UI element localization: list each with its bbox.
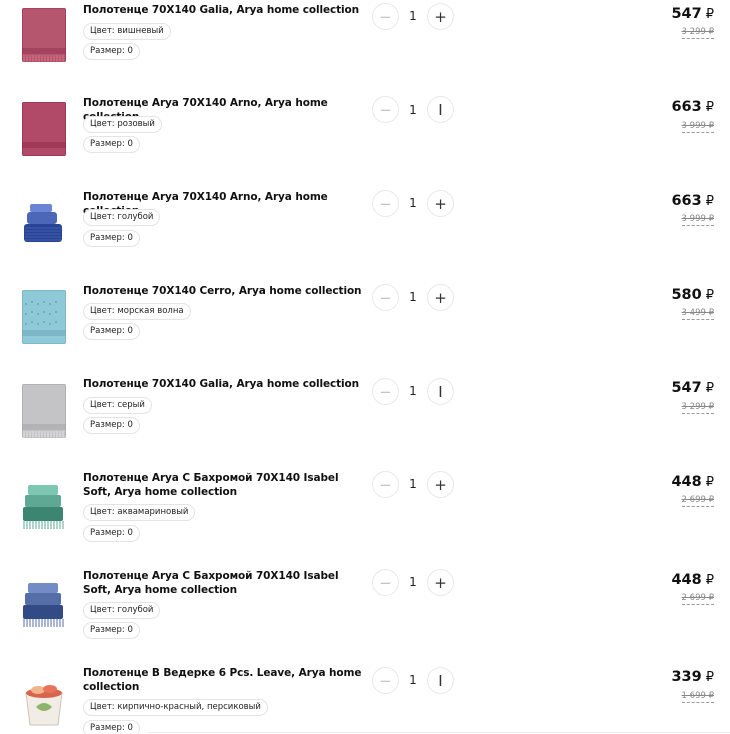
currency-icon: ₽ [705,100,714,115]
price-amount: 448 [671,572,702,588]
product-thumbnail[interactable] [22,290,66,344]
color-chip: Цвет: аквамариновый [83,504,196,521]
old-price: 2 699 ₽ [681,495,714,507]
cart-item: Полотенце 70X140 Cerro, Arya home collec… [0,282,730,372]
quantity-value: 1 [409,477,417,491]
old-price: 3 499 ₽ [681,308,714,320]
price-amount: 580 [671,287,702,303]
current-price: 580 ₽ [671,287,714,303]
quantity-value: 1 [409,9,417,23]
color-chip: Цвет: серый [83,397,152,414]
color-chip: Цвет: морская волна [83,303,191,320]
current-price: 448 ₽ [671,572,714,588]
cart-item: Полотенце Arya С Бахромой 70X140 Isabel … [0,470,730,560]
increase-quantity-button[interactable]: + [427,569,454,596]
increase-quantity-button[interactable]: + [427,284,454,311]
current-price: 663 ₽ [671,99,714,115]
decrease-quantity-button[interactable]: − [372,471,399,498]
product-title[interactable]: Полотенце 70X140 Cerro, Arya home collec… [83,284,368,298]
decrease-quantity-button[interactable]: − [372,667,399,694]
color-chip: Цвет: вишневый [83,23,171,40]
color-chip: Цвет: кирпично-красный, персиковый [83,699,268,716]
currency-icon: ₽ [705,573,714,588]
current-price: 547 ₽ [671,380,714,396]
cart-item: Полотенце Arya 70X140 Arno, Arya home co… [0,94,730,184]
quantity-value: 1 [409,103,417,117]
quantity-value: 1 [409,290,417,304]
decrease-quantity-button[interactable]: − [372,190,399,217]
currency-icon: ₽ [705,288,714,303]
old-price: 3 299 ₽ [681,402,714,414]
product-thumbnail[interactable] [22,384,66,438]
color-chip: Цвет: голубой [83,209,161,226]
old-price: 1 699 ₽ [681,691,714,703]
currency-icon: ₽ [705,381,714,396]
currency-icon: ₽ [705,7,714,22]
product-thumbnail[interactable] [22,479,66,533]
size-chip: Размер: 0 [83,43,140,60]
current-price: 339 ₽ [671,669,714,685]
size-chip: Размер: 0 [83,323,140,340]
size-chip: Размер: 0 [83,136,140,153]
increase-quantity-button[interactable]: + [427,190,454,217]
old-price: 2 699 ₽ [681,593,714,605]
price-amount: 448 [671,474,702,490]
price-amount: 663 [671,99,702,115]
quantity-value: 1 [409,673,417,687]
price-amount: 547 [671,6,702,22]
quantity-value: 1 [409,196,417,210]
decrease-quantity-button[interactable]: − [372,3,399,30]
currency-icon: ₽ [705,475,714,490]
decrease-quantity-button[interactable]: − [372,284,399,311]
size-chip: Размер: 0 [83,417,140,434]
increase-quantity-button[interactable]: + [427,471,454,498]
cart-item: Полотенце Arya 70X140 Arno, Arya home co… [0,188,730,278]
increase-quantity-button[interactable]: I [427,378,454,405]
currency-icon: ₽ [705,670,714,685]
size-chip: Размер: 0 [83,525,140,542]
product-title[interactable]: Полотенце Arya С Бахромой 70X140 Isabel … [83,569,368,597]
divider [148,732,730,733]
product-thumbnail[interactable] [22,102,66,156]
cart-item: Полотенце Arya С Бахромой 70X140 Isabel … [0,568,730,658]
currency-icon: ₽ [705,194,714,209]
decrease-quantity-button[interactable]: − [372,569,399,596]
product-title[interactable]: Полотенце В Ведерке 6 Pcs. Leave, Arya h… [83,666,368,694]
decrease-quantity-button[interactable]: − [372,96,399,123]
current-price: 448 ₽ [671,474,714,490]
cart-item: Полотенце В Ведерке 6 Pcs. Leave, Arya h… [0,666,730,734]
cart-item: Полотенце 70X140 Galia, Arya home collec… [0,376,730,466]
color-chip: Цвет: голубой [83,602,161,619]
product-thumbnail[interactable] [22,196,66,250]
product-title[interactable]: Полотенце 70X140 Galia, Arya home collec… [83,3,368,17]
quantity-value: 1 [409,384,417,398]
old-price: 3 999 ₽ [681,121,714,133]
decrease-quantity-button[interactable]: − [372,378,399,405]
old-price: 3 999 ₽ [681,214,714,226]
price-amount: 663 [671,193,702,209]
product-title[interactable]: Полотенце 70X140 Galia, Arya home collec… [83,377,368,391]
increase-quantity-button[interactable]: I [427,96,454,123]
current-price: 547 ₽ [671,6,714,22]
price-amount: 339 [671,669,702,685]
increase-quantity-button[interactable]: + [427,3,454,30]
quantity-value: 1 [409,575,417,589]
product-title[interactable]: Полотенце Arya С Бахромой 70X140 Isabel … [83,471,368,499]
old-price: 3 299 ₽ [681,27,714,39]
product-thumbnail[interactable] [22,675,66,729]
price-amount: 547 [671,380,702,396]
cart-item: Полотенце 70X140 Galia, Arya home collec… [0,0,730,90]
increase-quantity-button[interactable]: I [427,667,454,694]
product-thumbnail[interactable] [22,577,66,631]
current-price: 663 ₽ [671,193,714,209]
color-chip: Цвет: розовый [83,116,162,133]
product-thumbnail[interactable] [22,8,66,62]
size-chip: Размер: 0 [83,720,140,734]
size-chip: Размер: 0 [83,230,140,247]
size-chip: Размер: 0 [83,622,140,639]
